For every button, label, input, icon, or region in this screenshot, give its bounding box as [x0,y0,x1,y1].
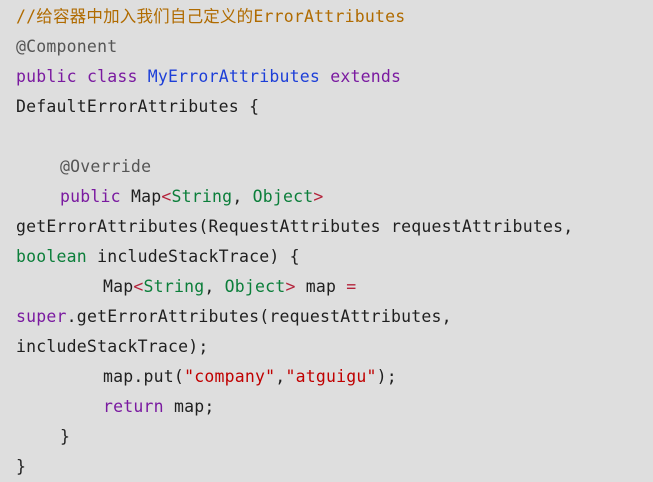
code-line-super-call-end: includeStackTrace); [16,332,653,362]
generic-close: > [285,277,296,296]
annotation-component: @Component [16,37,118,56]
type-map: Map [103,277,134,296]
code-line-map-declaration: Map<String, Object> map = [16,272,653,302]
code-line-comment: //给容器中加入我们自己定义的ErrorAttributes [16,2,653,32]
keyword-extends: extends [330,67,402,86]
keyword-class: class [86,67,138,86]
type-string: String [171,187,233,206]
comment-text-suffix: ErrorAttributes [253,7,406,26]
class-close-brace: } [16,457,27,476]
generic-open: < [133,277,144,296]
type-map: Map [130,187,162,206]
type-object: Object [224,277,286,296]
method-close-brace: } [60,427,71,446]
arg-comma: , [275,367,286,386]
code-line-annotation-override: @Override [16,152,653,182]
generic-comma: , [232,187,253,206]
string-atguigu: "atguigu" [285,367,377,386]
super-call-args-end: includeStackTrace); [16,337,209,356]
code-line-return: return map; [16,392,653,422]
code-line-method-name: getErrorAttributes(RequestAttributes req… [16,212,653,242]
code-line-super-call: super.getErrorAttributes(requestAttribut… [16,302,653,332]
keyword-public: public [16,67,77,86]
code-line-method-params-end: boolean includeStackTrace) { [16,242,653,272]
annotation-override: @Override [60,157,152,176]
type-string: String [143,277,205,296]
keyword-public: public [60,187,121,206]
comment-text: //给容器中加入我们自己定义的 [16,7,254,26]
keyword-super: super [16,307,67,326]
operator-assign: = [346,277,357,296]
generic-open: < [161,187,172,206]
string-company: "company" [184,367,276,386]
superclass-name: DefaultErrorAttributes { [16,97,260,116]
class-name: MyErrorAttributes [147,67,321,86]
code-line-superclass: DefaultErrorAttributes { [16,92,653,122]
map-put-call: map.put( [103,367,185,386]
keyword-return: return [103,397,164,416]
method-name-params: getErrorAttributes(RequestAttributes req… [16,217,574,236]
variable-map: map [295,277,347,296]
code-line-annotation-component: @Component [16,32,653,62]
code-line-map-put: map.put("company","atguigu"); [16,362,653,392]
param-include-stack-trace: includeStackTrace) { [86,247,300,266]
code-line-method-signature: public Map<String, Object> [16,182,653,212]
code-line-class-close: } [16,452,653,482]
generic-comma: , [204,277,225,296]
return-value: map; [163,397,215,416]
keyword-boolean: boolean [16,247,87,266]
map-put-end: ); [376,367,397,386]
type-object: Object [252,187,314,206]
generic-close: > [313,187,324,206]
code-block: //给容器中加入我们自己定义的ErrorAttributes @Componen… [0,0,653,481]
code-line-method-close: } [16,422,653,452]
code-line-class-declaration: public class MyErrorAttributes extends [16,62,653,92]
super-call-args: .getErrorAttributes(requestAttributes, [66,307,452,326]
